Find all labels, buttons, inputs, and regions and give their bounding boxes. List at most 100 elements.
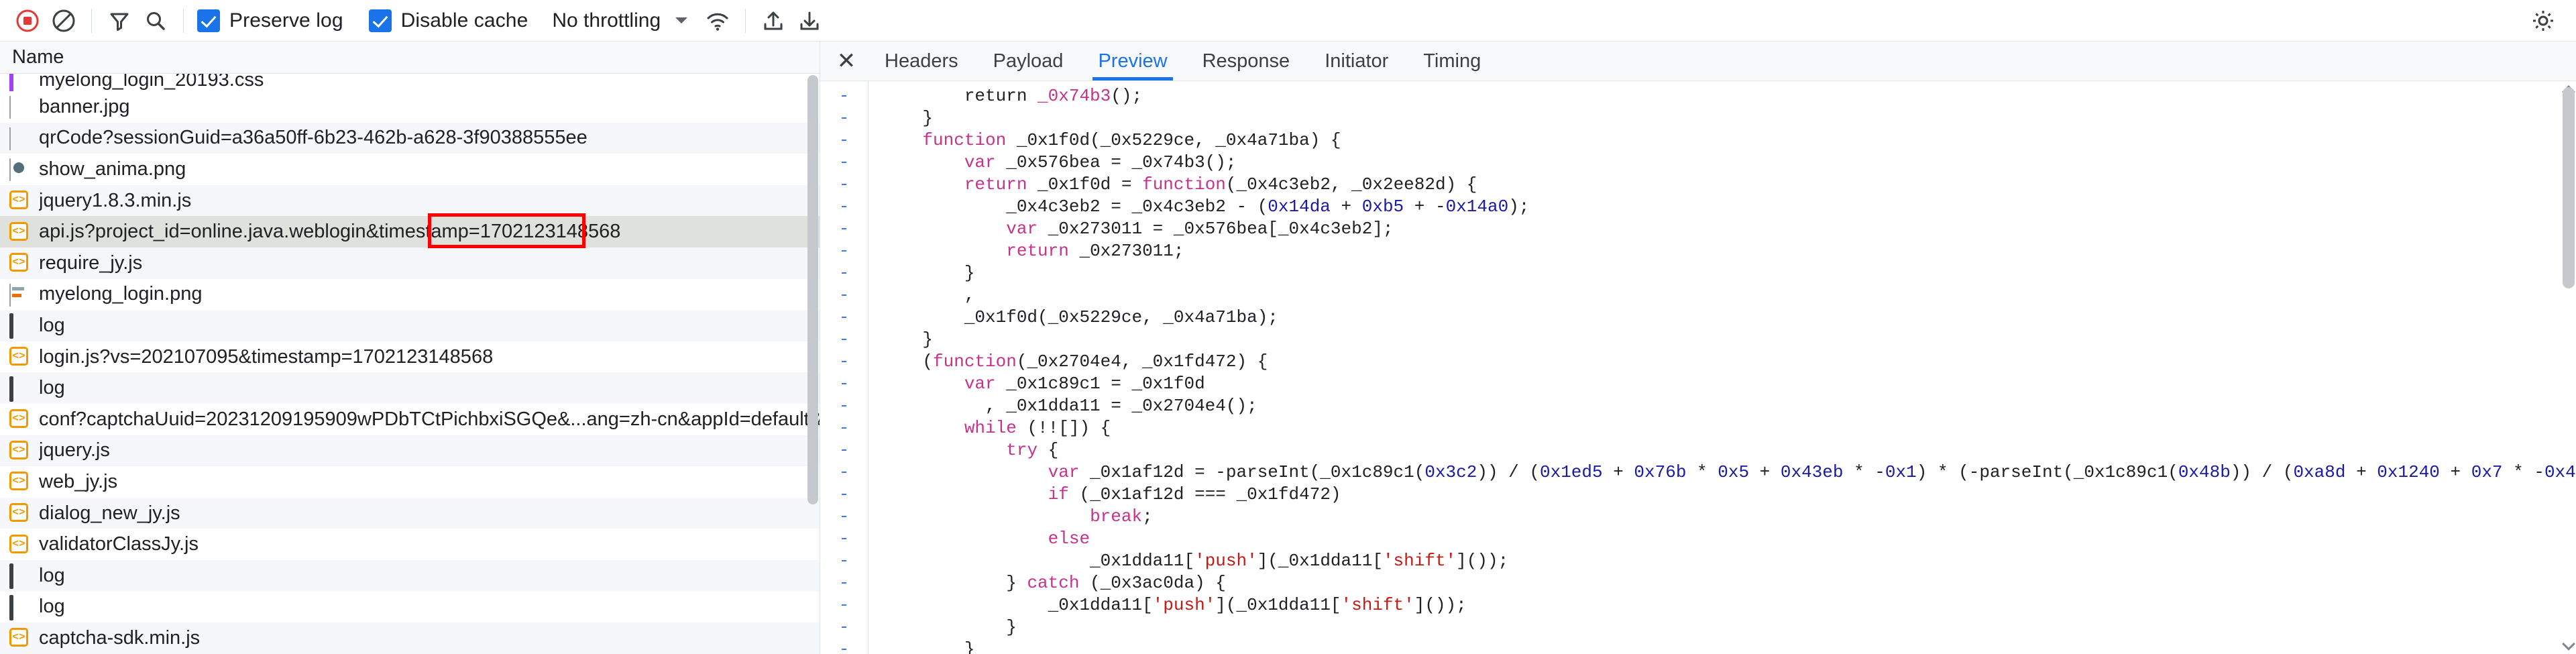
code-token: (_0x4c3eb2, _0x2ee82d) { — [1225, 174, 1477, 195]
request-name: login.js?vs=202107095&timestamp=17021231… — [39, 345, 494, 368]
table-row[interactable]: <> conf?captchaUuid=20231209195909wPDbTCt… — [0, 403, 820, 435]
gutter-marker: - — [838, 285, 850, 306]
table-row[interactable]: qrCode?sessionGuid=a36a50ff-6b23-462b-a6… — [0, 122, 820, 154]
request-list-scrollbar[interactable] — [807, 75, 818, 514]
tab-headers[interactable]: Headers — [867, 42, 976, 80]
code-token: + - — [1404, 197, 1446, 217]
code-line: } catch (_0x3ac0da) { — [881, 572, 2576, 594]
preview-scrollbar-thumb[interactable] — [2563, 87, 2575, 288]
code-token: (!![]) { — [1016, 418, 1111, 439]
settings-button[interactable] — [2525, 3, 2561, 39]
gutter-marker: - — [838, 506, 850, 527]
request-name: myelong_login_20193.css — [39, 74, 264, 91]
js-file-icon: <> — [9, 221, 30, 242]
table-row[interactable]: <> jquery.js — [0, 435, 820, 467]
tab-response[interactable]: Response — [1185, 42, 1308, 80]
table-row[interactable]: log — [0, 372, 820, 404]
code-token: 0x3c2 — [1424, 462, 1477, 483]
tab-timing[interactable]: Timing — [1406, 42, 1498, 80]
preserve-log-checkbox-box[interactable] — [197, 9, 220, 32]
disable-cache-checkbox[interactable]: Disable cache — [365, 9, 533, 32]
gutter-marker: - — [838, 639, 850, 654]
table-row[interactable]: <> validatorClassJy.js — [0, 529, 820, 560]
code-token: var — [964, 374, 996, 394]
code-token: } — [881, 108, 934, 129]
preserve-log-checkbox[interactable]: Preserve log — [193, 9, 347, 32]
network-conditions-button[interactable] — [699, 3, 736, 39]
code-token: function — [933, 351, 1017, 372]
table-row-clipped[interactable]: myelong_login_20193.css — [0, 74, 820, 91]
table-row[interactable]: <> web_jy.js — [0, 466, 820, 498]
clear-log-button[interactable] — [46, 3, 82, 39]
table-row[interactable]: banner.jpg — [0, 91, 820, 123]
js-file-icon: <> — [9, 253, 30, 273]
code-line: while (!![]) { — [881, 417, 2576, 439]
column-header-name: Name — [12, 46, 64, 68]
code-token: ; — [1142, 506, 1153, 527]
code-token: 0x5 — [1718, 462, 1750, 483]
tab-preview[interactable]: Preview — [1080, 42, 1184, 81]
table-row[interactable]: <> api.js?project_id=online.java.weblogin… — [0, 216, 820, 248]
code-content[interactable]: return _0x74b3(); } function _0x1f0d(_0x… — [869, 81, 2576, 654]
filter-button[interactable] — [101, 3, 137, 39]
code-token: _0x1f0d = — [1027, 174, 1143, 195]
table-row[interactable]: show_anima.png — [0, 154, 820, 185]
code-token: _0x1f0d(_0x5229ce, _0x4a71ba); — [881, 307, 1278, 328]
preview-code-area[interactable]: --------------------------- return _0x74… — [820, 81, 2576, 654]
table-row[interactable]: log — [0, 591, 820, 623]
record-stop-button[interactable] — [9, 3, 46, 39]
search-icon — [147, 11, 165, 30]
request-name: jquery.js — [39, 439, 110, 461]
preview-scrollbar[interactable] — [2562, 85, 2575, 651]
throttling-value: No throttling — [552, 9, 661, 32]
doc-fold-icon — [9, 594, 30, 620]
export-har-button[interactable] — [791, 3, 828, 39]
throttling-select[interactable]: No throttling — [552, 9, 688, 32]
import-har-button[interactable] — [755, 3, 791, 39]
close-detail-button[interactable]: ✕ — [826, 42, 867, 80]
tab-initiator[interactable]: Initiator — [1307, 42, 1406, 80]
scrollbar-thumb[interactable] — [807, 75, 818, 504]
code-token: return — [881, 86, 1038, 107]
gutter-marker: - — [838, 529, 850, 549]
table-row[interactable]: <> login.js?vs=202107095&timestamp=170212… — [0, 341, 820, 373]
request-rows-container[interactable]: myelong_login_20193.css banner.jpg qrCode?… — [0, 74, 820, 654]
request-list-column-header[interactable]: Name — [0, 42, 820, 74]
code-token: if — [1048, 484, 1069, 505]
request-name: captcha-sdk.min.js — [39, 626, 201, 649]
code-token: 'shift' — [1382, 551, 1457, 571]
tab-payload[interactable]: Payload — [976, 42, 1081, 80]
table-row[interactable]: myelong_login.png — [0, 278, 820, 311]
table-row[interactable]: <> jquery1.8.3.min.js — [0, 184, 820, 217]
chevron-down-icon — [675, 17, 688, 23]
code-token: 0x48b — [2178, 462, 2231, 483]
table-row[interactable]: <> captcha-sdk.min.js — [0, 622, 820, 654]
code-token: ]()); — [1456, 551, 1509, 571]
table-row[interactable]: <> dialog_new_jy.js — [0, 497, 820, 529]
code-token: + — [1330, 197, 1362, 217]
code-token: ( — [881, 351, 934, 372]
code-token: (); — [1111, 86, 1143, 107]
code-token: _0x1dda11[ — [881, 595, 1153, 616]
scroll-down-arrow-icon[interactable] — [2562, 637, 2575, 651]
network-request-list-panel: Name myelong_login_20193.css banner.jpg qr… — [0, 42, 820, 654]
table-row[interactable]: log — [0, 559, 820, 592]
toolbar-divider-3 — [745, 8, 746, 33]
code-token: * - — [2502, 462, 2544, 483]
code-token: + — [1602, 462, 1634, 483]
table-row[interactable]: <> require_jy.js — [0, 247, 820, 279]
search-button[interactable] — [137, 3, 174, 39]
import-har-icon — [764, 11, 783, 30]
export-har-icon — [800, 11, 819, 30]
doc-blank-icon — [9, 563, 30, 590]
table-row[interactable]: log — [0, 310, 820, 341]
code-token: _0x273011 = _0x576bea[_0x4c3eb2]; — [1038, 219, 1394, 239]
gutter-marker: - — [838, 197, 850, 217]
disable-cache-checkbox-box[interactable] — [368, 9, 392, 32]
code-token: 0xb5 — [1361, 197, 1404, 217]
gutter-marker: - — [838, 440, 850, 461]
